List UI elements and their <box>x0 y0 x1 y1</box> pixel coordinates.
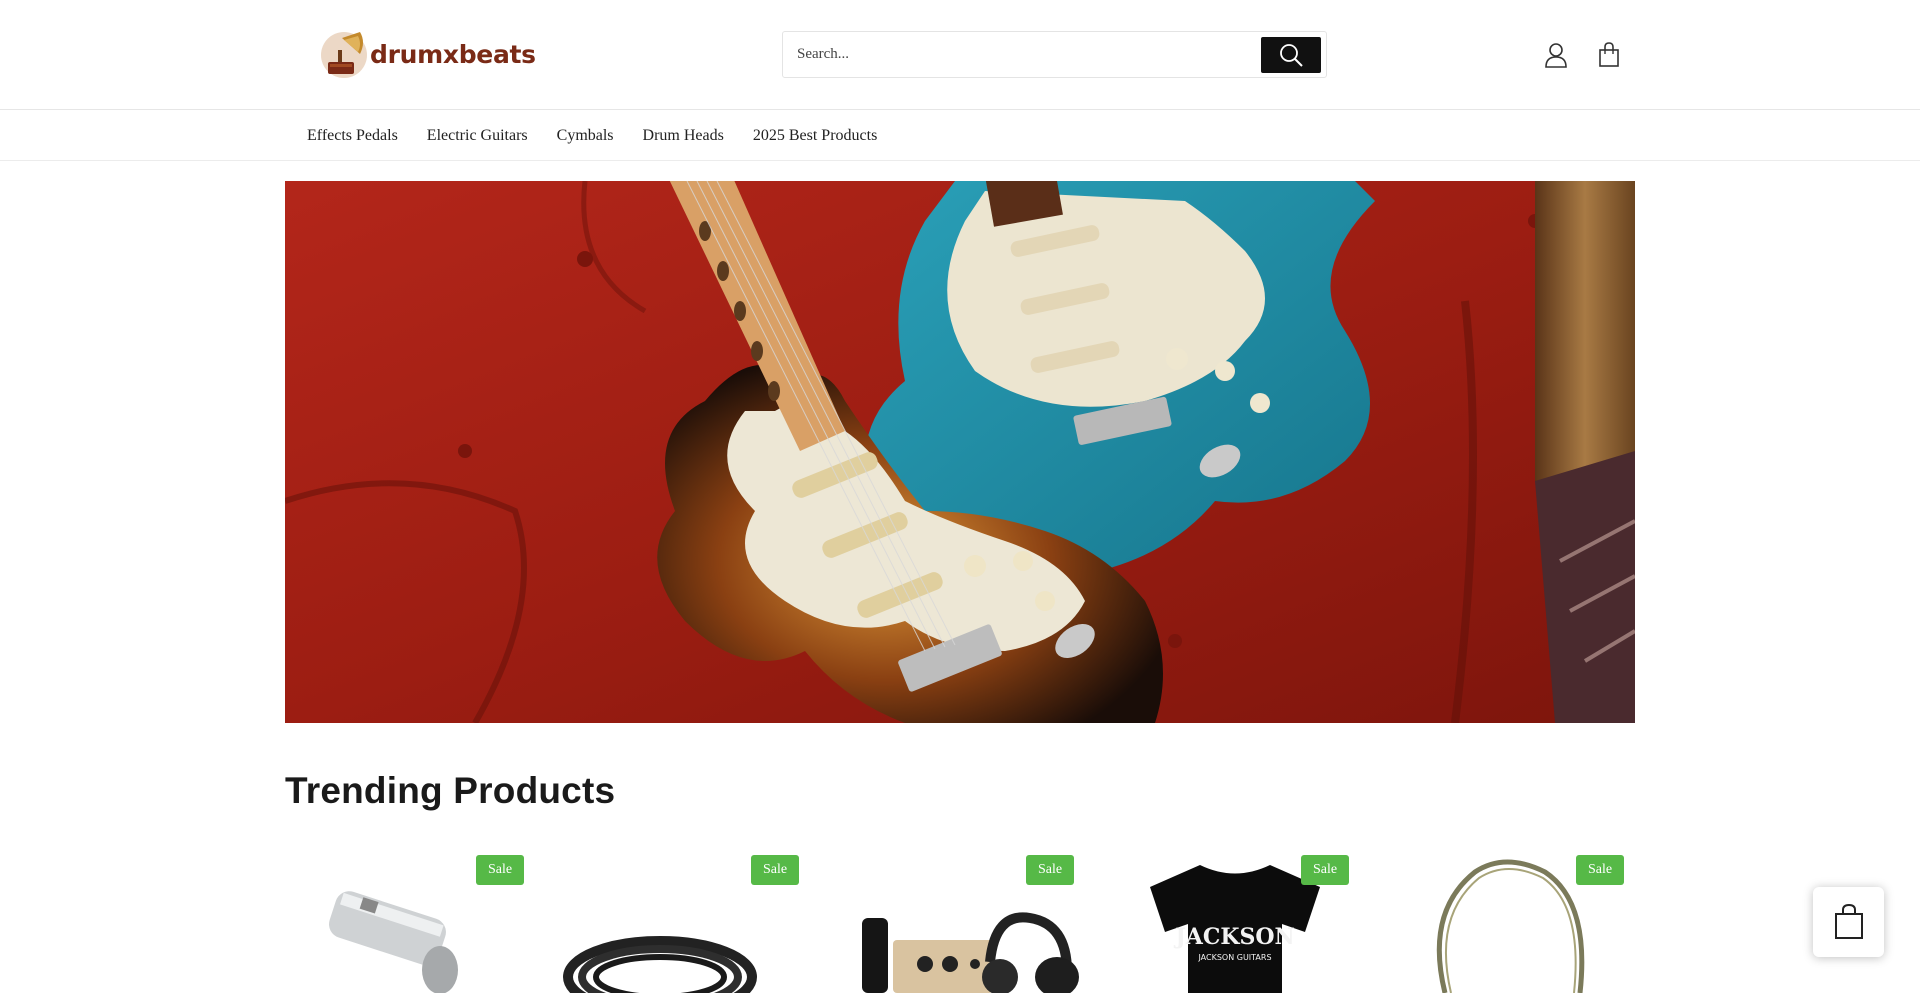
product-card[interactable]: Sale <box>835 852 1085 993</box>
nav-item-electric-guitars[interactable]: Electric Guitars <box>427 127 528 145</box>
cart-button[interactable] <box>1595 40 1623 70</box>
product-card[interactable]: JACKSON JACKSON GUITARS Sale <box>1110 852 1360 993</box>
nav-item-2025-best-products[interactable]: 2025 Best Products <box>753 127 877 145</box>
nav-item-drum-heads[interactable]: Drum Heads <box>643 127 724 145</box>
svg-text:JACKSON GUITARS: JACKSON GUITARS <box>1197 953 1271 962</box>
sale-badge: Sale <box>1576 855 1624 885</box>
search-icon <box>1280 44 1303 67</box>
logo[interactable]: drumxbeats <box>320 28 536 80</box>
account-button[interactable] <box>1542 40 1570 70</box>
sale-badge: Sale <box>751 855 799 885</box>
product-card[interactable]: Sale <box>1385 852 1635 993</box>
hero-image <box>285 181 1635 723</box>
shopping-bag-icon <box>1834 904 1863 939</box>
site-header: drumxbeats <box>0 0 1920 110</box>
svg-text:JACKSON: JACKSON <box>1173 924 1294 950</box>
nav-list: Effects Pedals Electric Guitars Cymbals … <box>307 111 906 161</box>
search-button[interactable] <box>1261 37 1321 73</box>
cart-icon <box>1599 42 1619 67</box>
nav-item-effects-pedals[interactable]: Effects Pedals <box>307 127 398 145</box>
sale-badge: Sale <box>1301 855 1349 885</box>
nav-item-cymbals[interactable]: Cymbals <box>557 127 614 145</box>
sale-badge: Sale <box>476 855 524 885</box>
sale-badge: Sale <box>1026 855 1074 885</box>
search-bar <box>782 31 1327 78</box>
account-icon <box>1545 43 1567 68</box>
logo-text: drumxbeats <box>370 39 536 69</box>
product-card[interactable]: Sale <box>560 852 810 993</box>
floating-cart-button[interactable] <box>1813 887 1884 957</box>
product-card[interactable]: Sale <box>285 852 535 993</box>
gramophone-logo-icon <box>320 28 368 80</box>
search-input[interactable] <box>784 33 1264 76</box>
section-title: Trending Products <box>285 770 616 811</box>
main-nav: Effects Pedals Electric Guitars Cymbals … <box>0 111 1920 161</box>
hero-banner[interactable] <box>285 181 1635 723</box>
product-grid: Sale Sale Sale JACKSON JACKSON GUITARS S… <box>285 852 1635 993</box>
